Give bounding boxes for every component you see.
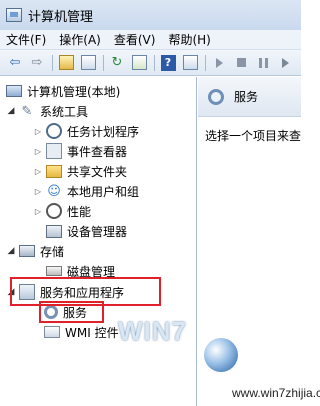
refresh-icon[interactable]: ↻ [108,54,126,72]
tree-item-label: 设备管理器 [67,224,128,239]
wmi-icon [44,326,60,338]
restart-icon[interactable] [276,54,294,72]
tree-item-label: WMI 控件 [65,325,119,340]
show-hide-tree-icon[interactable] [79,54,97,72]
performance-icon [46,203,62,219]
menu-file[interactable]: 文件(F) [6,31,46,48]
users-icon: ☺ [47,183,61,199]
tree-item-local-users[interactable]: ▷ ☺ 本地用户和组 [33,181,139,201]
toolbar-separator [154,54,155,71]
watermark-site: www.win7zhijia.cn [232,386,320,400]
start-icon[interactable] [210,54,228,72]
pause-icon[interactable] [254,54,272,72]
device-manager-icon [46,224,62,238]
tree-item-performance[interactable]: ▷ 性能 [33,201,91,221]
collapsed-arrow-icon[interactable]: ▷ [33,147,43,156]
toolbar: ⇦ ⇨ ↻ ? [0,50,301,76]
tree-item-shared-folders[interactable]: ▷ 共享文件夹 [33,161,127,181]
help-glyph: ? [160,54,176,71]
collapsed-arrow-icon[interactable]: ▷ [33,167,43,176]
collapsed-arrow-icon[interactable]: ▷ [33,187,43,196]
expanded-arrow-icon[interactable]: ◢ [6,246,16,256]
up-folder-icon[interactable] [57,54,75,72]
details-header: 服务 [198,77,301,117]
tree-item-label: 系统工具 [40,104,89,119]
tree-item-event-viewer[interactable]: ▷ 事件查看器 [33,141,127,161]
menu-view[interactable]: 查看(V) [114,31,156,48]
clock-icon [46,123,62,139]
toolbar-separator [103,54,104,71]
forward-icon[interactable]: ⇨ [28,54,46,72]
disk-icon [46,266,62,276]
tree-item-label: 存储 [40,244,65,259]
details-description: 选择一个项目来查 [205,129,302,143]
computer-icon [6,85,22,97]
tree-item-wmi[interactable]: WMI 控件 [44,322,119,342]
computer-management-icon [6,8,22,22]
help-icon[interactable]: ? [159,54,177,72]
tree-item-system-tools[interactable]: ◢ ✎ 系统工具 [6,101,88,121]
menu-bar: 文件(F) 操作(A) 查看(V) 帮助(H) [0,30,301,50]
folder-icon [46,164,62,178]
title-bar: 计算机管理 [0,0,301,30]
tree-item-label: 共享文件夹 [67,164,128,179]
tree-item-label: 事件查看器 [67,144,128,159]
collapsed-arrow-icon[interactable]: ▷ [33,127,43,136]
tree-item-label: 性能 [67,204,92,219]
tree-item-device-manager[interactable]: 设备管理器 [46,221,127,241]
gear-icon [208,88,224,105]
back-icon[interactable]: ⇦ [6,54,24,72]
menu-help[interactable]: 帮助(H) [168,31,210,48]
tree-item-storage[interactable]: ◢ 存储 [6,241,64,261]
expanded-arrow-icon[interactable]: ◢ [6,106,16,116]
watermark-logo-icon [204,338,238,372]
menu-action[interactable]: 操作(A) [59,31,101,48]
export-list-icon[interactable] [130,54,148,72]
storage-icon [19,245,35,257]
tree-item-label: 计算机管理(本地) [27,84,121,99]
window-title: 计算机管理 [28,9,94,25]
stop-icon[interactable] [232,54,250,72]
tools-icon: ✎ [21,103,33,119]
collapsed-arrow-icon[interactable]: ▷ [33,207,43,216]
watermark-brand: WIN7 [118,316,187,346]
tree-item-label: 任务计划程序 [67,124,140,139]
toolbar-separator [52,54,53,71]
tree-item-label: 本地用户和组 [67,184,140,199]
toolbar-separator [205,54,206,71]
event-viewer-icon [46,143,62,159]
navigation-tree: 计算机管理(本地) ◢ ✎ 系统工具 ▷ 任务计划程序 ▷ 事件查看器 ▷ 共享… [0,77,197,406]
properties-icon[interactable] [181,54,199,72]
tree-item-task-scheduler[interactable]: ▷ 任务计划程序 [33,121,139,141]
details-title: 服务 [234,90,259,104]
highlight-box-services [39,301,104,323]
tree-item-root[interactable]: 计算机管理(本地) [6,81,120,101]
